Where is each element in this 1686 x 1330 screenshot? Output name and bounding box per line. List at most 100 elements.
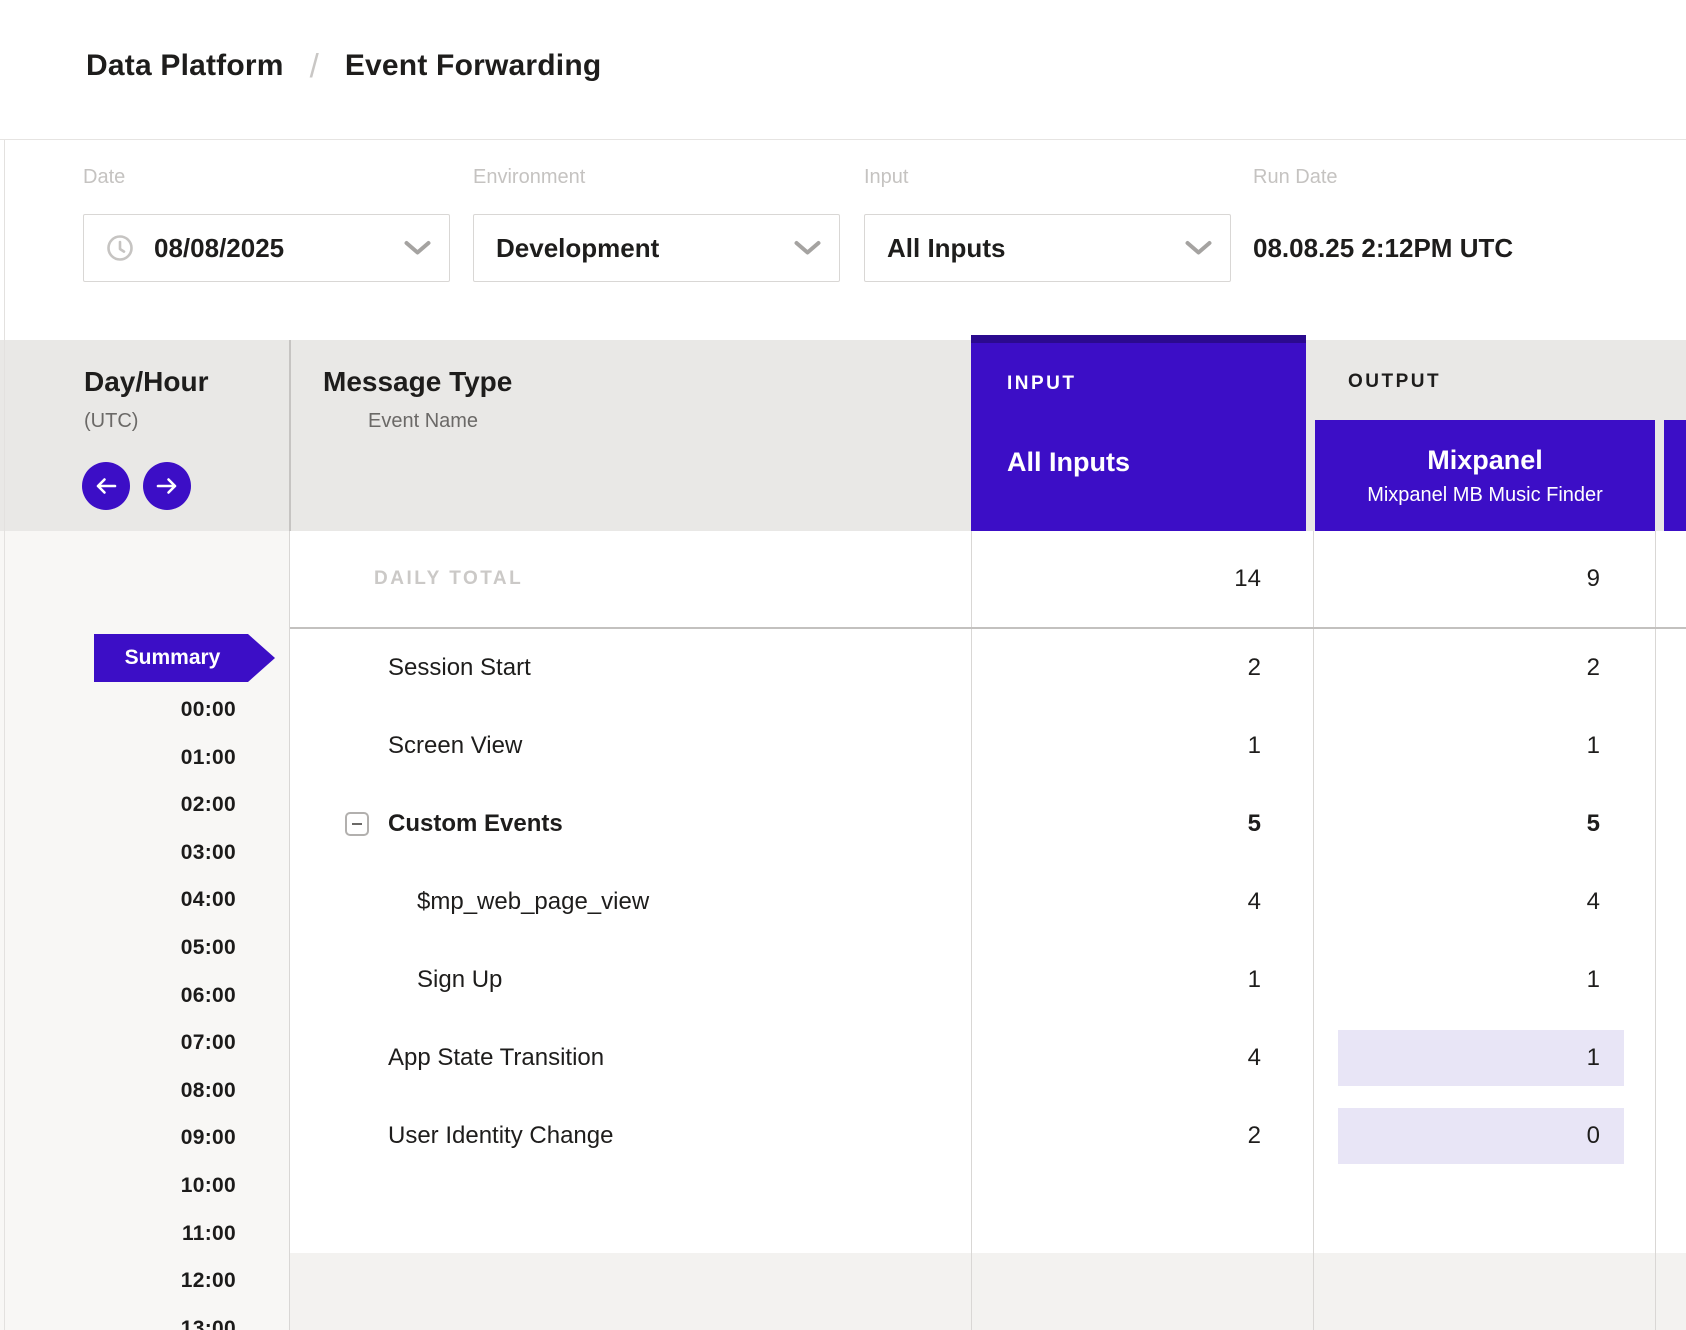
hour-label: 11:00	[182, 1222, 236, 1245]
daily-total-input-value: 14	[1234, 565, 1261, 593]
breadcrumb-section[interactable]: Data Platform	[86, 49, 284, 83]
output-section-label: OUTPUT	[1348, 371, 1441, 393]
hour-list-item[interactable]: 10:00	[0, 1162, 236, 1210]
input-dropdown[interactable]: All Inputs	[864, 214, 1231, 282]
input-section-label: INPUT	[1007, 373, 1077, 395]
output-count-value: 2	[1587, 654, 1600, 682]
hour-list-item[interactable]: 09:00	[0, 1114, 236, 1162]
row-stub-cell	[1654, 707, 1686, 785]
output-count-value: 1	[1587, 966, 1600, 994]
event-name-cell: Screen View	[290, 707, 971, 785]
input-count-cell: 2	[971, 629, 1312, 707]
header-divider	[289, 340, 291, 531]
output-count-value: 5	[1587, 810, 1600, 838]
input-column-header[interactable]: INPUT All Inputs	[971, 335, 1306, 531]
hour-list-item[interactable]: 04:00	[0, 876, 236, 924]
hour-list-item[interactable]: 07:00	[0, 1019, 236, 1067]
table-row: $mp_web_page_view 4 4	[290, 863, 1686, 941]
event-name-label: Session Start	[388, 654, 531, 682]
output-count-cell: 1	[1312, 941, 1654, 1019]
event-name-label: User Identity Change	[388, 1122, 613, 1150]
event-name-cell: App State Transition	[290, 1019, 971, 1097]
hour-label: 03:00	[181, 841, 236, 864]
hour-list-item[interactable]: 11:00	[0, 1210, 236, 1258]
input-count-value: 2	[1248, 654, 1261, 682]
daily-total-output-cell: 9	[1312, 531, 1654, 627]
input-filter-label: Input	[864, 166, 908, 189]
hour-list-item[interactable]: 06:00	[0, 972, 236, 1020]
hour-list-item[interactable]: 03:00	[0, 829, 236, 877]
collapse-minus-icon[interactable]	[345, 812, 369, 836]
hour-label: 06:00	[181, 984, 236, 1007]
hour-list-item[interactable]: 00:00	[0, 686, 236, 734]
hour-label: 09:00	[181, 1126, 236, 1149]
table-body: Summary 00:00 01:00 02:00 03:00 04:00 05…	[0, 531, 1686, 1330]
hour-list-item[interactable]: 13:00	[0, 1305, 236, 1330]
hour-list-item[interactable]: 05:00	[0, 924, 236, 972]
input-count-cell: 5	[971, 785, 1312, 863]
output-count-cell: 5	[1312, 785, 1654, 863]
hour-list-item[interactable]: 02:00	[0, 781, 236, 829]
output-column-header-partial[interactable]	[1664, 420, 1686, 531]
chevron-down-icon	[404, 241, 431, 256]
hour-list-item[interactable]: 01:00	[0, 734, 236, 782]
output-count-cell: 2	[1312, 629, 1654, 707]
hour-list: 00:00 01:00 02:00 03:00 04:00 05:00 06:0…	[0, 686, 236, 1330]
table-row: Screen View 1 1	[290, 707, 1686, 785]
output-count-value: 0	[1587, 1122, 1600, 1150]
input-count-value: 1	[1248, 966, 1261, 994]
table-footer-band	[290, 1253, 1686, 1330]
day-hour-sidebar: Summary 00:00 01:00 02:00 03:00 04:00 05…	[0, 531, 289, 1330]
input-count-value: 1	[1248, 732, 1261, 760]
daily-total-label-cell: DAILY TOTAL	[290, 531, 971, 627]
output-column-header-mixpanel[interactable]: Mixpanel Mixpanel MB Music Finder	[1315, 420, 1655, 531]
daily-total-input-cell: 14	[971, 531, 1312, 627]
date-filter-label: Date	[83, 166, 125, 189]
chevron-down-icon	[794, 241, 821, 256]
input-count-value: 2	[1248, 1122, 1261, 1150]
highlighted-cell[interactable]	[1338, 1108, 1624, 1164]
event-name-label: $mp_web_page_view	[417, 888, 649, 916]
input-count-cell: 4	[971, 1019, 1312, 1097]
run-date-value: 08.08.25 2:12PM UTC	[1253, 214, 1513, 282]
message-type-header: Message Type	[323, 366, 512, 398]
event-forwarding-page: Data Platform / Event Forwarding Date 08…	[0, 0, 1686, 1330]
daily-total-row: DAILY TOTAL 14 9	[290, 531, 1686, 627]
output-count-cell: 1	[1312, 1019, 1654, 1097]
input-count-value: 5	[1248, 810, 1261, 838]
input-count-value: 4	[1248, 1044, 1261, 1072]
event-name-cell: User Identity Change	[290, 1097, 971, 1175]
environment-value: Development	[496, 233, 659, 264]
hour-label: 02:00	[181, 793, 236, 816]
previous-day-button[interactable]	[82, 462, 130, 510]
hour-label: 01:00	[181, 746, 236, 769]
hour-list-item[interactable]: 12:00	[0, 1257, 236, 1305]
date-dropdown[interactable]: 08/08/2025	[83, 214, 450, 282]
event-name-cell: Session Start	[290, 629, 971, 707]
input-value: All Inputs	[887, 233, 1005, 264]
table-row: Custom Events 5 5	[290, 785, 1686, 863]
row-stub-cell	[1654, 1097, 1686, 1175]
hour-label: 12:00	[181, 1269, 236, 1292]
row-stub-cell	[1654, 1019, 1686, 1097]
date-value: 08/08/2025	[154, 233, 284, 264]
input-column-accent-strip	[971, 335, 1306, 343]
hour-label: 08:00	[181, 1079, 236, 1102]
row-stub-cell	[1654, 629, 1686, 707]
highlighted-cell[interactable]	[1338, 1030, 1624, 1086]
hour-label: 13:00	[181, 1317, 236, 1330]
breadcrumb-page-title: Event Forwarding	[345, 49, 602, 83]
summary-badge[interactable]: Summary	[94, 634, 275, 682]
event-name-label: App State Transition	[388, 1044, 604, 1072]
output-count-value: 1	[1587, 732, 1600, 760]
breadcrumb-separator: /	[310, 47, 319, 85]
table-row: Session Start 2 2	[290, 629, 1686, 707]
next-day-button[interactable]	[143, 462, 191, 510]
event-name-cell: Sign Up	[290, 941, 971, 1019]
input-count-cell: 1	[971, 941, 1312, 1019]
event-name-label: Custom Events	[388, 810, 563, 838]
output-count-cell: 1	[1312, 707, 1654, 785]
hour-label: 10:00	[181, 1174, 236, 1197]
environment-dropdown[interactable]: Development	[473, 214, 840, 282]
hour-list-item[interactable]: 08:00	[0, 1067, 236, 1115]
